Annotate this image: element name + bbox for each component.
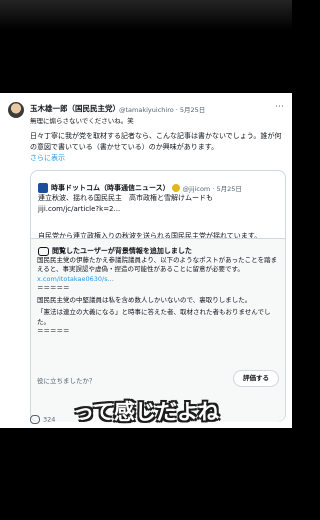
- quote-handle-date: @jijicom · 5月25日: [182, 184, 242, 193]
- note-url[interactable]: x.com/itotakae0630/s...: [37, 275, 281, 284]
- rate-button[interactable]: 評価する: [233, 370, 279, 387]
- quote-link[interactable]: jiji.com/jc/article?k=2...: [38, 204, 213, 215]
- note-separator-1: ＝＝＝＝＝: [37, 283, 70, 292]
- quote-headline: 連立秋波、揺れる国民民主 高市政権と雪解けムードも: [38, 194, 213, 202]
- author-name[interactable]: 玉木雄一郎（国民民主党）: [30, 103, 120, 114]
- tweet-header: 玉木雄一郎（国民民主党） @tamakiyuichiro · 5月25日 無理に…: [0, 102, 292, 128]
- users-icon: [38, 246, 49, 256]
- show-more-link[interactable]: さらに表示: [30, 153, 286, 164]
- author-handle-date[interactable]: @tamakiyuichiro · 5月25日: [119, 104, 205, 114]
- reply-line: 無理に煽らさないでくださいね。笑: [30, 117, 134, 125]
- note-body-overlay: 国民民主党の伊藤たかえ参議院議員より、以下のようなポストがあったことを踏まえると…: [37, 256, 281, 336]
- quote-header: 時事ドットコム（時事通信ニュース） @jijicom · 5月25日: [38, 177, 278, 193]
- helpful-prompt: 役に立ちましたか？: [37, 377, 96, 385]
- video-caption: って感じだよね: [73, 400, 219, 424]
- top-fade: [0, 0, 292, 30]
- note-para-2: 国民民主党の中堅議員は私を含め数人しかいないので、裏取りしました。: [37, 296, 252, 305]
- note-para-3: 「憲法は連立の大義になる」と時事に答えた者、取材された者もおりませんでした。: [37, 308, 271, 326]
- verified-badge-icon: [171, 183, 180, 192]
- tweet-body: 日々丁寧に我が党を取材する記者なら、こんな記事は書かないでしょう。誰が何の意図で…: [30, 131, 286, 164]
- avatar[interactable]: [8, 102, 24, 118]
- note-separator-2: ＝＝＝＝＝: [37, 327, 70, 336]
- jiji-logo-icon: [38, 182, 48, 193]
- quote-source-name: 時事ドットコム（時事通信ニュース）: [51, 183, 170, 192]
- note-para-1: 国民民主党の伊藤たかえ参議院議員より、以下のようなポストがあったことを踏まえると…: [37, 256, 278, 274]
- tweet-text: 日々丁寧に我が党を取材する記者なら、こんな記事は書かないでしょう。誰が何の意図で…: [30, 132, 282, 151]
- note-title-text: 閲覧したユーザーが背景情報を追加しました: [52, 247, 192, 255]
- quote-text: 連立秋波、揺れる国民民主 高市政権と雪解けムードも jiji.com/jc/ar…: [38, 193, 213, 214]
- more-options-icon[interactable]: ⋯: [275, 102, 284, 112]
- note-title: 閲覧したユーザーが背景情報を追加しました: [38, 246, 192, 256]
